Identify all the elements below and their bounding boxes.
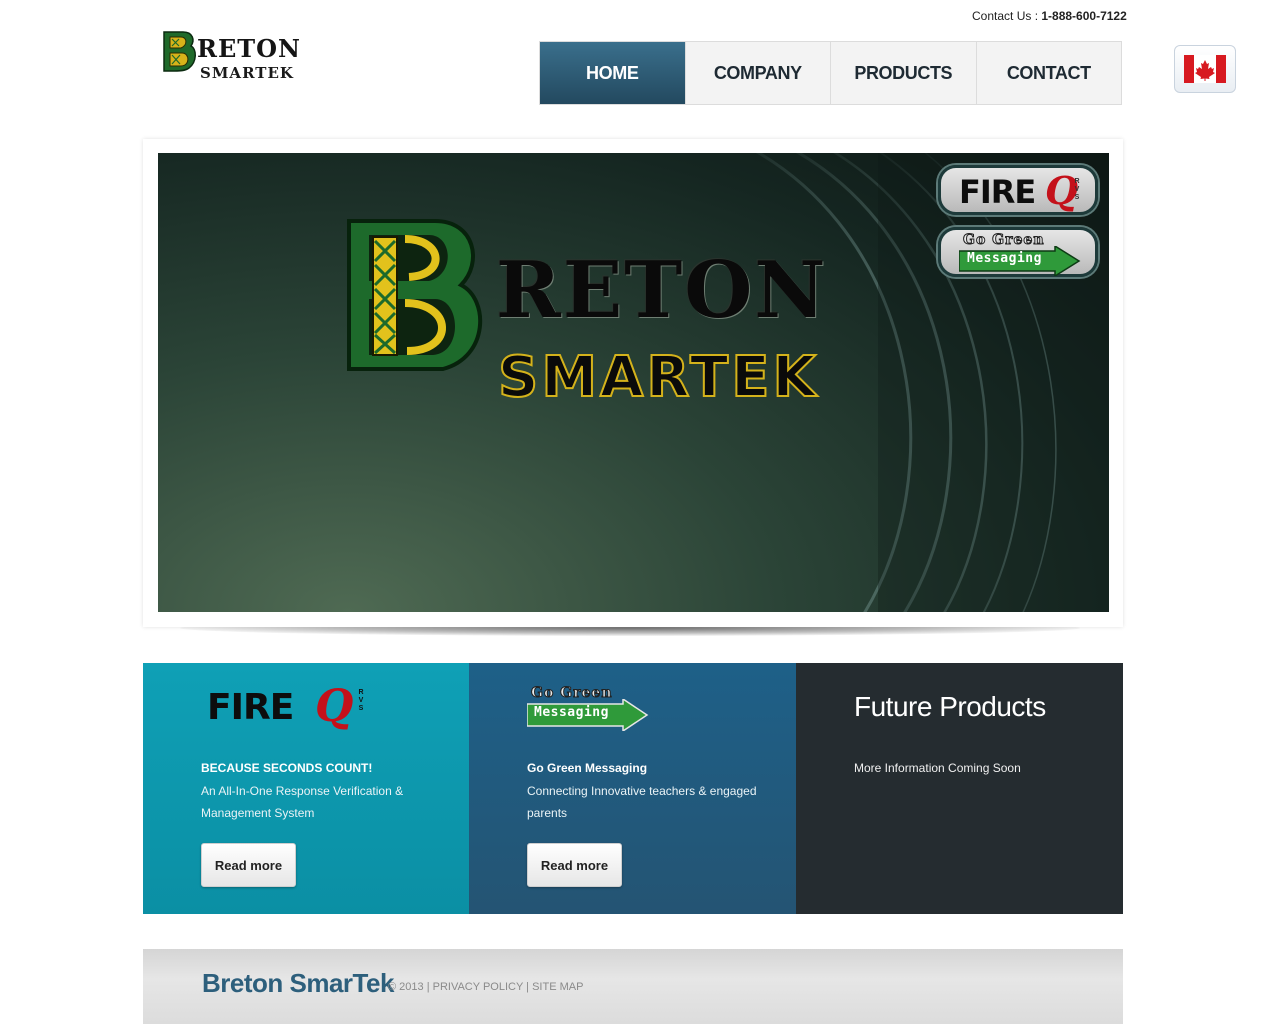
fireq-logo: FIRE Q RVS [207, 681, 377, 735]
panel-gogreen-heading: Go Green Messaging [527, 761, 648, 775]
panel-future-text: More Information Coming Soon [854, 761, 1021, 775]
panel-gogreen: Go Green Messaging Go Green Messaging Co… [469, 663, 796, 914]
footer-copyright: © 2013 | [388, 981, 433, 993]
footer: Breton SmarTek © 2013 | PRIVACY POLICY |… [143, 949, 1123, 1024]
nav-products[interactable]: PRODUCTS [830, 42, 976, 104]
hero-brand-subtext: SMARTEK [497, 344, 819, 411]
panel-fireq-description: An All-In-One Response Verification & Ma… [201, 784, 404, 820]
logo-subtext: SMARTEK [200, 64, 294, 82]
gogreen-logo-bottom: Messaging [534, 705, 609, 720]
language-flag-button[interactable] [1174, 45, 1236, 93]
footer-links: © 2013 | PRIVACY POLICY | SITE MAP [388, 981, 583, 993]
page: Contact Us : 1-888-600-7122 RETON SMARTE… [0, 0, 1265, 1024]
canada-flag-icon [1184, 55, 1226, 83]
privacy-policy-link[interactable]: PRIVACY POLICY [433, 981, 523, 993]
main-nav: HOME COMPANY PRODUCTS CONTACT [539, 41, 1122, 105]
hero-brand-text: RETON [496, 245, 828, 336]
nav-contact[interactable]: CONTACT [975, 42, 1121, 104]
panel-future: Future Products More Information Coming … [796, 663, 1123, 914]
contact-phone[interactable]: 1-888-600-7122 [1041, 9, 1126, 23]
footer-separator: | [523, 981, 533, 993]
hero-banner: RETON SMARTEK FIRE Q RVS Go Green Messag… [158, 153, 1109, 612]
fireq-badge-rvs: RVS [1074, 178, 1080, 201]
contact-line: Contact Us : 1-888-600-7122 [972, 9, 1127, 23]
fireq-logo-word: FIRE [207, 687, 294, 728]
logo-text: RETON [197, 34, 301, 63]
fireq-badge-button[interactable]: FIRE Q RVS [938, 165, 1098, 215]
contact-label: Contact Us : [972, 9, 1042, 23]
product-panels: FIRE Q RVS BECAUSE SECONDS COUNT! An All… [143, 663, 1123, 914]
gogreen-logo: Go Green Messaging [527, 685, 651, 733]
gogreen-badge-bottom: Messaging [967, 251, 1042, 266]
logo-celtic-b-icon [163, 31, 196, 72]
gogreen-read-more-button[interactable]: Read more [527, 843, 622, 887]
fireq-logo-rvs: RVS [358, 689, 364, 712]
panel-future-title: Future Products [854, 691, 1046, 722]
site-map-link[interactable]: SITE MAP [532, 981, 583, 993]
site-logo[interactable]: RETON SMARTEK [161, 28, 300, 86]
footer-brand[interactable]: Breton SmarTek [202, 968, 394, 999]
fireq-logo-letter: Q [315, 681, 354, 732]
panel-fireq: FIRE Q RVS BECAUSE SECONDS COUNT! An All… [143, 663, 469, 914]
hero-celtic-b-icon [347, 219, 483, 371]
gogreen-badge-button[interactable]: Go Green Messaging [938, 227, 1098, 277]
panel-gogreen-description: Connecting Innovative teachers & engaged… [527, 784, 757, 820]
nav-home[interactable]: HOME [540, 42, 685, 104]
fireq-read-more-button[interactable]: Read more [201, 843, 296, 887]
nav-company[interactable]: COMPANY [684, 42, 830, 104]
fireq-badge-word: FIRE [959, 173, 1036, 211]
panel-fireq-heading: BECAUSE SECONDS COUNT! [201, 761, 373, 775]
